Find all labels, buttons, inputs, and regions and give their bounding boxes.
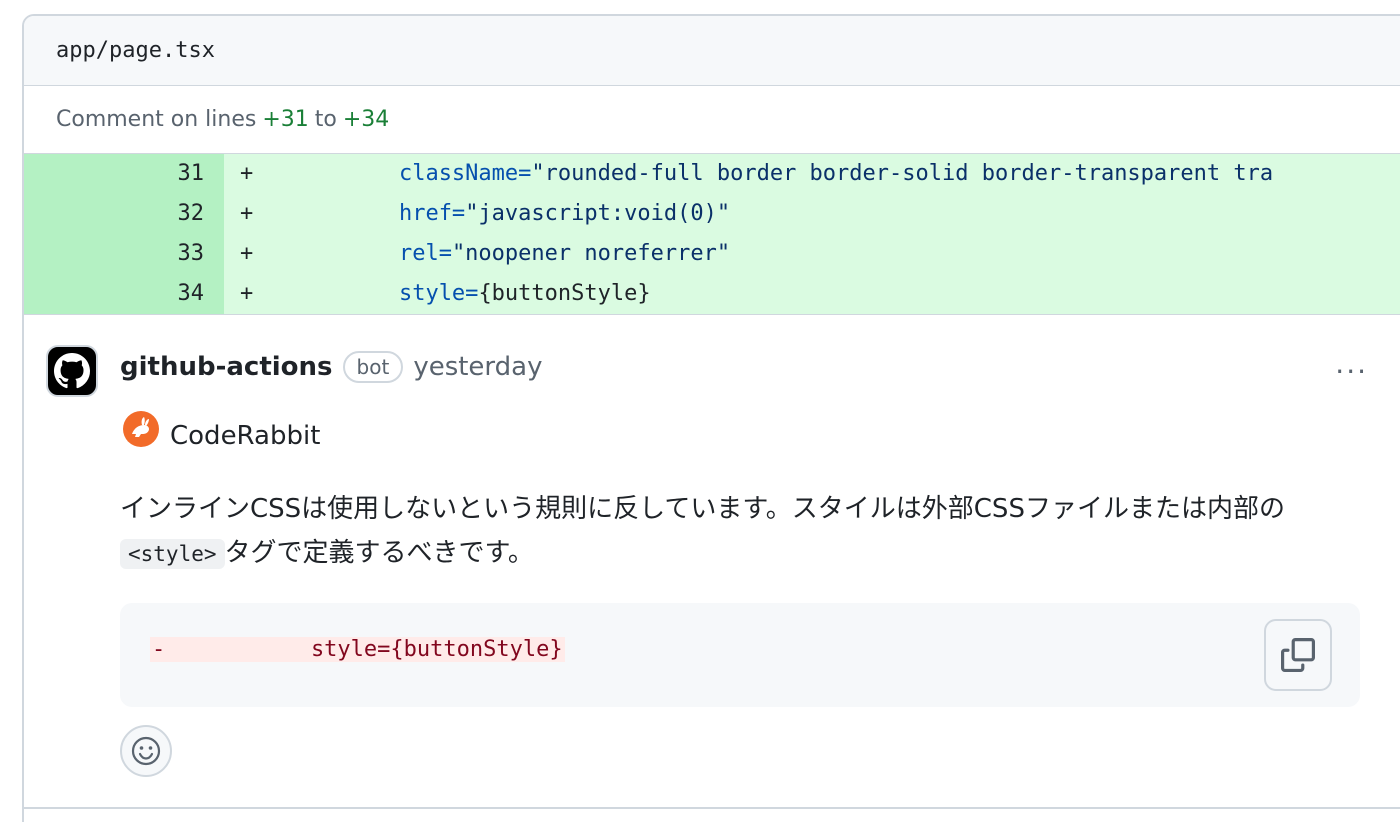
diff-line: 31 + className="rounded-full border bord…	[24, 154, 1400, 194]
diff-sign: +	[240, 201, 254, 226]
diff-line: 32 + href="javascript:void(0)"	[24, 194, 1400, 234]
diff-line: 34 + style={buttonStyle}	[24, 274, 1400, 314]
attr-name: href=	[398, 201, 466, 226]
coderabbit-icon	[123, 411, 159, 447]
diff-code: + href="javascript:void(0)"	[224, 194, 1400, 234]
review-comment-card: app/page.tsx Comment on lines +31 to +34…	[22, 14, 1400, 822]
timestamp[interactable]: yesterday	[413, 352, 542, 382]
diff-hunk: 31 + className="rounded-full border bord…	[24, 154, 1400, 314]
file-path[interactable]: app/page.tsx	[56, 38, 215, 63]
comment-text-end: タグで定義するべきです。	[224, 538, 534, 568]
copy-icon	[1281, 638, 1315, 672]
diff-code: + style={buttonStyle}	[224, 274, 1400, 314]
comment: github-actions bot yesterday ··· CodeRab…	[24, 314, 1400, 814]
diff-sign: +	[240, 281, 254, 306]
attr-value: "noopener noreferrer"	[451, 241, 731, 266]
avatar[interactable]	[46, 345, 98, 397]
inline-code: <style>	[120, 539, 225, 569]
line-number[interactable]: 31	[24, 154, 224, 194]
comment-body: インラインCSSは使用しないという規則に反しています。スタイルは外部CSSファイ…	[120, 487, 1360, 576]
more-options-button[interactable]: ···	[1335, 355, 1368, 388]
bot-signature: CodeRabbit	[122, 407, 320, 451]
smiley-icon	[131, 736, 161, 766]
removed-code-line: - style={buttonStyle}	[150, 637, 565, 662]
attr-name: style=	[398, 281, 479, 306]
range-middle: to	[314, 107, 337, 132]
diff-line: 33 + rel="noopener noreferrer"	[24, 234, 1400, 274]
attr-value: {buttonStyle}	[478, 281, 651, 306]
add-reaction-button[interactable]	[120, 725, 172, 777]
comment-range-line: Comment on lines +31 to +34	[24, 86, 1400, 154]
author-name[interactable]: github-actions	[120, 352, 333, 382]
bot-name: CodeRabbit	[170, 421, 321, 451]
range-end[interactable]: +34	[343, 107, 389, 132]
attr-name: className=	[398, 161, 532, 186]
suggestion-code-block: - style={buttonStyle}	[120, 603, 1360, 707]
diff-code: + rel="noopener noreferrer"	[224, 234, 1400, 274]
attr-value: "rounded-full border border-solid border…	[531, 161, 1274, 186]
file-path-header[interactable]: app/page.tsx	[24, 16, 1400, 86]
comment-text: インラインCSSは使用しないという規則に反しています。スタイルは外部CSSファイ…	[120, 494, 1285, 524]
comment-range-prefix: Comment on lines	[56, 107, 257, 132]
copy-button[interactable]	[1264, 619, 1332, 691]
line-number[interactable]: 34	[24, 274, 224, 314]
diff-sign: +	[240, 161, 254, 186]
attr-value: "javascript:void(0)"	[465, 201, 731, 226]
range-start[interactable]: +31	[262, 107, 308, 132]
comment-header: github-actions bot yesterday	[120, 351, 543, 383]
divider	[24, 807, 1400, 809]
line-number[interactable]: 33	[24, 234, 224, 274]
line-number[interactable]: 32	[24, 194, 224, 234]
attr-name: rel=	[398, 241, 452, 266]
diff-sign: +	[240, 241, 254, 266]
bot-badge: bot	[342, 351, 404, 383]
diff-code: + className="rounded-full border border-…	[224, 154, 1400, 194]
github-octocat-icon	[54, 353, 90, 389]
